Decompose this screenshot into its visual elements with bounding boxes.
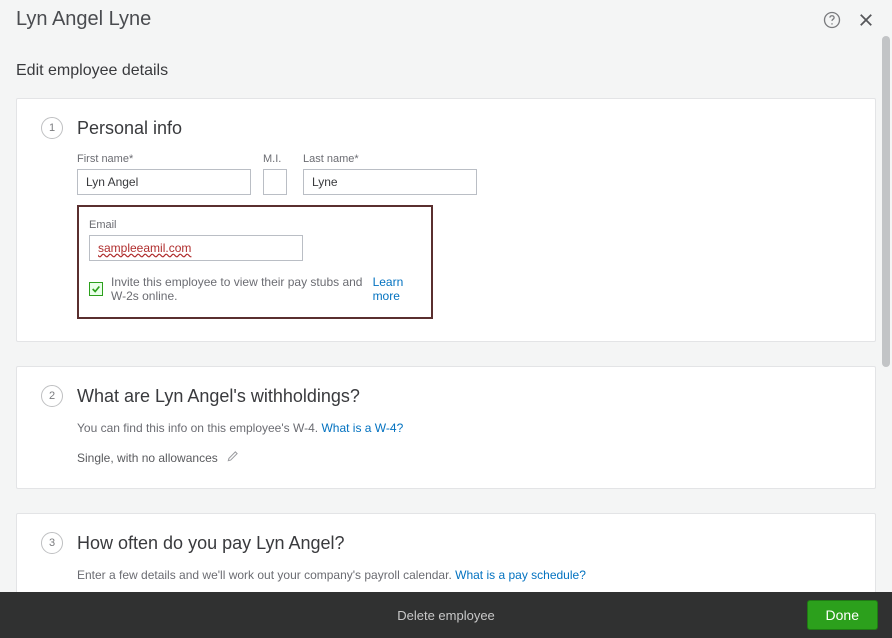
withholdings-desc: You can find this info on this employee'…	[77, 421, 318, 435]
scrollbar-thumb[interactable]	[882, 36, 890, 367]
done-button[interactable]: Done	[807, 600, 878, 630]
w4-link[interactable]: What is a W-4?	[321, 421, 403, 435]
modal-header: Lyn Angel Lyne	[0, 0, 892, 31]
first-name-input[interactable]	[77, 169, 251, 195]
section-title-pay: How often do you pay Lyn Angel?	[77, 533, 345, 554]
modal-title: Lyn Angel Lyne	[16, 8, 151, 31]
page-subtitle: Edit employee details	[16, 62, 876, 80]
last-name-input[interactable]	[303, 169, 477, 195]
email-value: sampleeamil.com	[98, 241, 191, 255]
withholdings-status: Single, with no allowances	[77, 451, 218, 465]
mi-input[interactable]	[263, 169, 287, 195]
learn-more-link[interactable]: Learn more	[373, 275, 421, 303]
section-title-withholdings: What are Lyn Angel's withholdings?	[77, 386, 360, 407]
section-pay-schedule: 3 How often do you pay Lyn Angel? Enter …	[16, 513, 876, 592]
section-withholdings: 2 What are Lyn Angel's withholdings? You…	[16, 366, 876, 489]
scrollbar[interactable]	[882, 36, 890, 588]
invite-text: Invite this employee to view their pay s…	[111, 275, 365, 303]
section-title-personal: Personal info	[77, 118, 182, 139]
step-number-1: 1	[41, 117, 63, 139]
first-name-label: First name*	[77, 153, 251, 165]
help-icon[interactable]	[822, 10, 842, 30]
invite-checkbox[interactable]	[89, 282, 103, 296]
delete-employee-link[interactable]: Delete employee	[397, 608, 495, 623]
email-highlight-box: Email sampleeamil.com Invite this employ…	[77, 205, 433, 319]
close-icon[interactable]	[856, 10, 876, 30]
step-number-2: 2	[41, 385, 63, 407]
section-personal-info: 1 Personal info First name* M.I. Last na…	[16, 98, 876, 342]
footer-bar: Delete employee Done	[0, 592, 892, 638]
content-scroll[interactable]: Edit employee details 1 Personal info Fi…	[0, 36, 882, 592]
mi-label: M.I.	[263, 153, 291, 165]
pencil-icon[interactable]	[226, 449, 240, 466]
email-label: Email	[89, 219, 303, 231]
email-input[interactable]: sampleeamil.com	[89, 235, 303, 261]
pay-schedule-link[interactable]: What is a pay schedule?	[455, 568, 586, 582]
pay-desc: Enter a few details and we'll work out y…	[77, 568, 452, 582]
step-number-3: 3	[41, 532, 63, 554]
last-name-label: Last name*	[303, 153, 477, 165]
